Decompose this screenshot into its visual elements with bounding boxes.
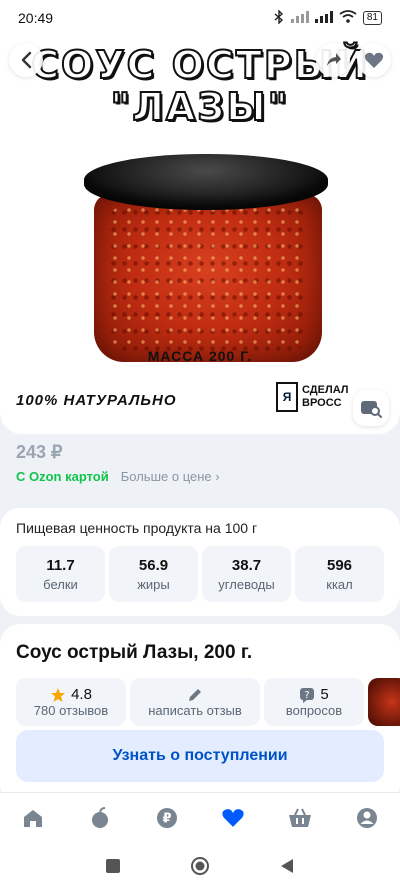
tab-points[interactable]: ₽ xyxy=(147,798,187,838)
chevron-left-icon xyxy=(21,51,32,69)
rating-reviews-button[interactable]: 4.8 780 отзывов xyxy=(16,678,126,726)
maker-logo-mark: Я xyxy=(276,382,298,412)
questions-label: вопросов xyxy=(285,703,343,718)
home-circle-icon[interactable] xyxy=(190,856,210,876)
review-photo-thumbnail[interactable] xyxy=(368,678,400,726)
natural-label: 100% НАТУРАЛЬНО xyxy=(16,392,177,409)
status-icons: 81 xyxy=(273,8,382,27)
rating-value: 4.8 xyxy=(71,686,92,703)
question-icon: ? xyxy=(300,687,315,703)
tab-home[interactable] xyxy=(13,798,53,838)
sauce-jar-image xyxy=(82,154,330,364)
write-review-label: написать отзыв xyxy=(148,702,242,718)
back-triangle-icon[interactable] xyxy=(280,858,294,874)
jar-body xyxy=(94,194,322,362)
signal-icon xyxy=(290,10,309,26)
points-icon: ₽ xyxy=(156,807,177,828)
favorites-icon xyxy=(222,809,244,827)
more-about-price-link[interactable]: Больше о цене › xyxy=(121,469,220,484)
nutrition-card: Пищевая ценность продукта на 100 г 11.7 … xyxy=(0,508,400,616)
reviews-count: 780 отзывов xyxy=(33,703,109,718)
questions-button[interactable]: ? 5 вопросов xyxy=(264,678,364,726)
back-button[interactable] xyxy=(9,43,43,77)
cart-icon xyxy=(288,808,311,827)
nutrition-cell-carbs: 38.7 углеводы xyxy=(202,546,291,602)
nutrition-cell-protein: 11.7 белки xyxy=(16,546,105,602)
tab-profile[interactable] xyxy=(347,798,387,838)
favorite-button[interactable] xyxy=(357,43,391,77)
maker-logo: Я СДЕЛАЛ ВРОСС xyxy=(276,382,349,412)
status-bar: 20:49 81 xyxy=(0,0,400,36)
share-icon xyxy=(327,53,341,66)
image-search-button[interactable] xyxy=(353,390,389,426)
price: 243 ₽ xyxy=(16,442,63,462)
jar-lid xyxy=(84,154,328,210)
notify-availability-button[interactable]: Узнать о поступлении xyxy=(16,730,384,782)
bottom-tab-bar: ₽ xyxy=(0,792,400,842)
recents-icon[interactable] xyxy=(106,858,120,873)
battery-icon: 81 xyxy=(362,11,382,25)
share-button[interactable] xyxy=(316,43,350,77)
write-review-button[interactable]: написать отзыв xyxy=(130,678,260,726)
product-title: Соус острый Лазы, 200 г. xyxy=(16,642,253,663)
product-image-gallery[interactable]: СОУС ОСТРЫЙ "ЛАЗЫ" МАССА 200 Г. 100% НАТ… xyxy=(0,36,400,434)
nutrition-title: Пищевая ценность продукта на 100 г xyxy=(16,520,258,536)
svg-text:₽: ₽ xyxy=(162,811,171,826)
svg-text:?: ? xyxy=(305,690,310,701)
system-navigation-bar xyxy=(0,842,400,889)
heart-icon xyxy=(364,52,384,68)
pencil-icon xyxy=(189,688,201,701)
bluetooth-icon xyxy=(273,8,285,27)
status-time: 20:49 xyxy=(18,10,54,26)
signal-2-icon xyxy=(314,10,333,26)
questions-count: 5 xyxy=(320,686,329,703)
wifi-icon xyxy=(339,10,357,26)
nutrition-cell-fat: 56.9 жиры xyxy=(109,546,198,602)
profile-icon xyxy=(356,807,377,828)
image-search-icon xyxy=(361,401,382,418)
mass-label: МАССА 200 Г. xyxy=(147,348,253,364)
fresh-icon xyxy=(91,806,108,828)
ozon-card-label: С Ozon картой xyxy=(16,469,109,484)
home-icon xyxy=(24,809,43,827)
star-icon xyxy=(51,687,66,702)
price-block: 243 ₽ С Ozon картой Больше о цене › xyxy=(0,434,400,502)
nutrition-cell-kcal: 596 ккал xyxy=(295,546,384,602)
tab-cart[interactable] xyxy=(280,798,320,838)
tab-favorites[interactable] xyxy=(213,798,253,838)
tab-fresh[interactable] xyxy=(80,798,120,838)
